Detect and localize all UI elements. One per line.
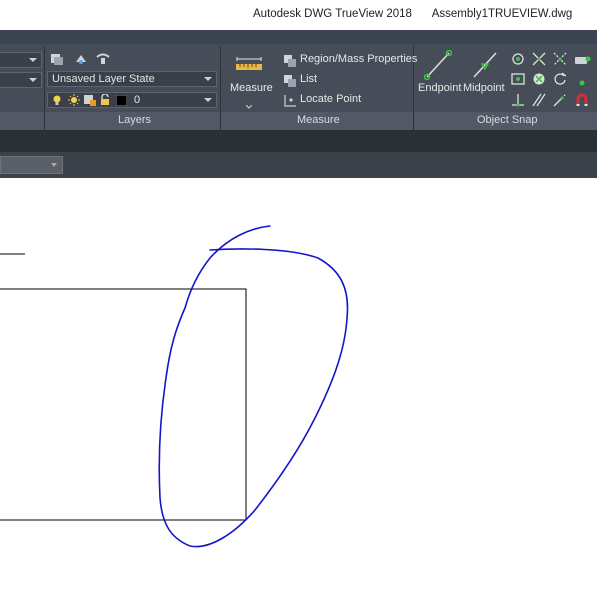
file-tab-dropdown[interactable] (0, 156, 63, 174)
app-title: Autodesk DWG TrueView 2018 (253, 8, 412, 20)
annotation-circle-mark (158, 225, 349, 548)
layer-tool-icon[interactable] (50, 52, 64, 71)
ribbon-bottom-bar (0, 130, 597, 152)
list-icon (284, 74, 296, 92)
midpoint-snap-icon[interactable] (471, 50, 499, 85)
layer-freeze-icon[interactable] (74, 52, 88, 71)
chevron-down-icon (204, 98, 212, 102)
viewport-freeze-icon (84, 94, 96, 109)
layer-color-swatch (115, 94, 128, 107)
layer-dropdown-partial[interactable] (0, 52, 42, 68)
panel-separator (44, 46, 45, 130)
region-mass-properties-button[interactable]: Region/Mass Properties (300, 53, 417, 65)
endpoint-snap-icon[interactable] (423, 49, 453, 85)
sun-icon (68, 94, 80, 109)
title-bar: Autodesk DWG TrueView 2018 Assembly1TRUE… (0, 0, 597, 30)
measure-button[interactable]: Measure (230, 82, 273, 94)
panel-separator (220, 46, 221, 130)
layers-panel-title: Layers (118, 114, 152, 126)
measure-panel-title: Measure (297, 114, 340, 126)
file-name: Assembly1TRUEVIEW.dwg (431, 8, 573, 20)
tangent-snap-icon[interactable] (553, 72, 567, 91)
region-mass-icon (284, 54, 296, 72)
extension-snap-icon[interactable] (553, 93, 567, 112)
lightbulb-icon (52, 94, 62, 109)
ribbon-tab-bar (0, 30, 597, 44)
intersection-snap-icon[interactable] (532, 52, 546, 71)
list-button[interactable]: List (300, 73, 317, 85)
node-snap-icon[interactable] (511, 72, 525, 91)
endpoint-button[interactable]: Endpoint (418, 82, 461, 94)
chevron-down-icon (51, 163, 57, 167)
window-title: Autodesk DWG TrueView 2018 Assembly1TRUE… (253, 8, 572, 20)
measure-ruler-icon[interactable] (235, 56, 263, 77)
layer-match-icon[interactable] (96, 52, 110, 71)
layer-dropdown-partial-2[interactable] (0, 72, 42, 88)
chevron-down-icon[interactable] (245, 96, 253, 114)
layer-state-dropdown[interactable]: Unsaved Layer State (47, 71, 217, 87)
lock-icon (100, 93, 110, 109)
perpendicular-snap-icon[interactable] (511, 93, 525, 112)
drawing-rectangle (0, 288, 247, 521)
chevron-down-icon (29, 58, 37, 62)
locate-point-icon (284, 94, 296, 112)
parallel-snap-icon[interactable] (532, 93, 546, 112)
current-layer-value: 0 (134, 94, 141, 106)
drawing-canvas[interactable] (0, 178, 597, 600)
layer-state-value: Unsaved Layer State (52, 73, 155, 85)
apparent-intersection-snap-icon[interactable] (553, 52, 567, 71)
locate-point-button[interactable]: Locate Point (300, 93, 361, 105)
magnet-snap-icon[interactable] (575, 93, 589, 112)
center-snap-icon[interactable] (511, 52, 525, 71)
nearest-snap-icon[interactable] (532, 72, 546, 91)
snap-settings-icon[interactable] (575, 53, 591, 71)
file-tab-bar (0, 152, 597, 178)
midpoint-button[interactable]: Midpoint (463, 82, 505, 94)
object-snap-panel-title: Object Snap (477, 114, 538, 126)
insertion-snap-icon[interactable] (578, 74, 586, 92)
chevron-down-icon (204, 77, 212, 81)
chevron-down-icon (29, 78, 37, 82)
layer-dropdown[interactable]: 0 (47, 92, 217, 108)
